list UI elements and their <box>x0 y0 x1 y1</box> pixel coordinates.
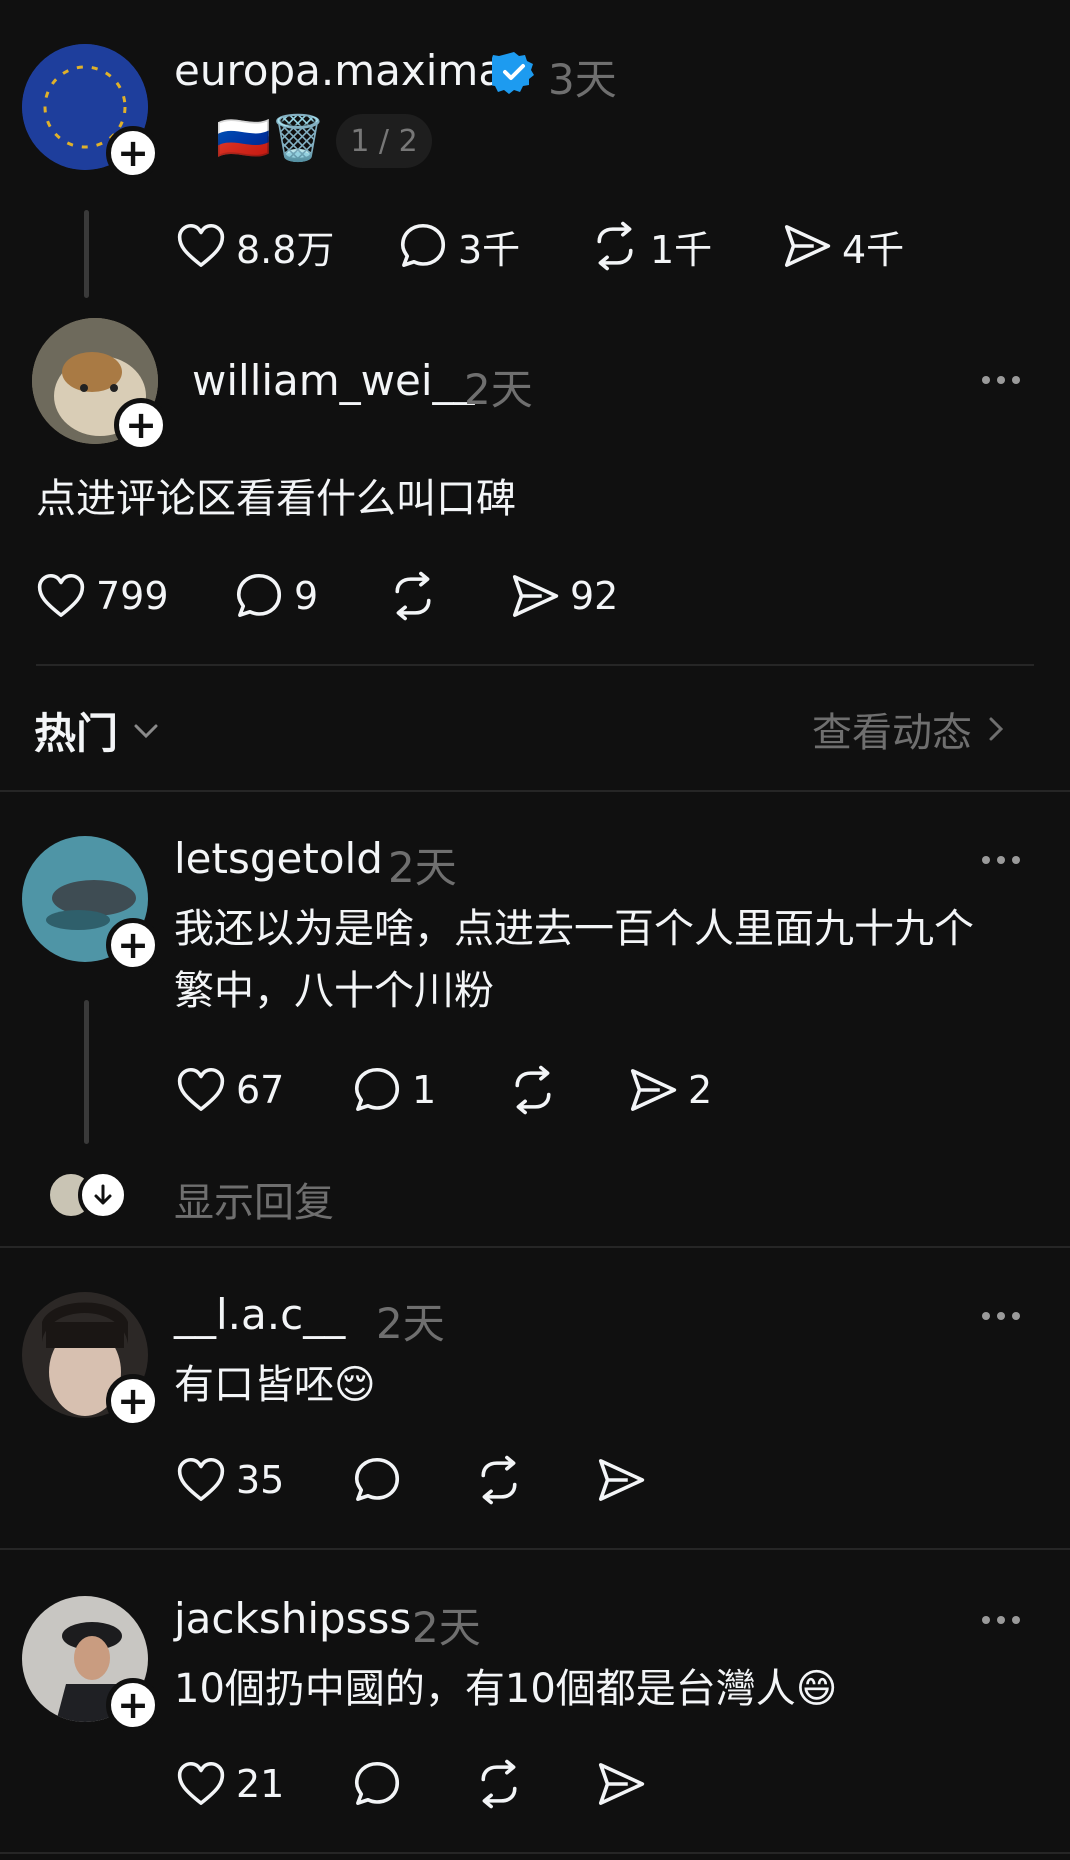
sort-label: 热门 <box>34 709 119 758</box>
reply-text: 10個扔中國的，有10個都是台灣人😄 <box>174 1666 838 1712</box>
more-options-button[interactable] <box>982 1312 1020 1320</box>
share-button[interactable] <box>594 1452 648 1508</box>
follow-plus-icon[interactable]: + <box>106 126 160 180</box>
like-count: 35 <box>236 1458 285 1502</box>
repost-button[interactable] <box>506 1062 560 1118</box>
like-button[interactable]: 21 <box>174 1756 284 1812</box>
reply-username[interactable]: __l.a.c__ <box>174 1290 345 1339</box>
quoted-username[interactable]: william_wei__ <box>192 356 475 405</box>
comment-icon <box>236 573 282 617</box>
reply-username[interactable]: letsgetold <box>174 834 383 883</box>
sort-dropdown[interactable]: 热门 <box>34 700 164 761</box>
reply-time: 2天 <box>412 1603 481 1652</box>
more-options-button[interactable] <box>982 1616 1020 1624</box>
repost-icon <box>481 1455 517 1505</box>
repost-icon <box>515 1065 551 1115</box>
send-icon <box>630 1069 677 1111</box>
comment-count: 9 <box>294 574 319 618</box>
follow-plus-icon[interactable]: + <box>106 918 160 972</box>
follow-plus-icon[interactable]: + <box>106 1374 160 1428</box>
like-button[interactable]: 799 <box>34 568 169 624</box>
post-username[interactable]: europa.maxima <box>174 46 504 95</box>
share-count: 4千 <box>842 227 905 272</box>
comment-button[interactable] <box>350 1452 404 1508</box>
repost-icon <box>597 221 633 271</box>
send-icon <box>598 1763 645 1805</box>
chevron-down-icon <box>134 724 158 738</box>
heart-icon <box>37 573 85 617</box>
divider <box>0 1548 1070 1550</box>
more-options-button[interactable] <box>982 856 1020 864</box>
send-icon <box>512 575 559 617</box>
reply-text: 我还以为是啥，点进去一百个人里面九十九个 繁中，八十个川粉 <box>174 898 1054 1022</box>
repost-count: 1千 <box>650 227 713 272</box>
divider <box>0 1246 1070 1248</box>
reply-text-line: 繁中，八十个川粉 <box>174 968 494 1014</box>
arrow-down-icon <box>78 1170 128 1220</box>
repost-icon <box>481 1759 517 1809</box>
reply-text-line: 我还以为是啥，点进去一百个人里面九十九个 <box>174 906 974 952</box>
comment-count: 1 <box>412 1068 437 1112</box>
comment-icon <box>354 1457 400 1501</box>
divider <box>0 790 1070 792</box>
comment-button[interactable] <box>350 1756 404 1812</box>
comment-count: 3千 <box>458 227 521 272</box>
verified-badge-icon <box>492 52 534 94</box>
heart-icon <box>177 1067 225 1111</box>
post-time: 3天 <box>548 55 617 104</box>
like-button[interactable]: 67 <box>174 1062 284 1118</box>
share-count: 92 <box>570 574 619 618</box>
page-indicator: 1 / 2 <box>336 114 432 168</box>
view-activity-label: 查看动态 <box>812 710 972 756</box>
comment-button[interactable]: 9 <box>232 568 318 624</box>
show-replies-label: 显示回复 <box>174 1180 334 1226</box>
like-count: 67 <box>236 1068 285 1112</box>
comment-button[interactable]: 3千 <box>396 218 520 274</box>
repost-button[interactable] <box>472 1756 526 1812</box>
quoted-time: 2天 <box>464 365 533 414</box>
share-button[interactable] <box>594 1756 648 1812</box>
heart-icon <box>177 1761 225 1805</box>
repost-button[interactable] <box>386 568 440 624</box>
more-options-button[interactable] <box>982 376 1020 384</box>
post-emoji: 🇷🇺🗑️ <box>216 113 326 164</box>
like-count: 21 <box>236 1762 285 1806</box>
repost-icon <box>395 571 431 621</box>
like-button[interactable]: 8.8万 <box>174 218 334 274</box>
repost-button[interactable] <box>472 1452 526 1508</box>
reply-time: 2天 <box>388 843 457 892</box>
thread-line <box>84 1000 89 1144</box>
follow-plus-icon[interactable]: + <box>106 1678 160 1732</box>
page-indicator-text: 1 / 2 <box>350 123 418 159</box>
follow-plus-icon[interactable]: + <box>114 398 168 452</box>
view-activity-link[interactable]: 查看动态 <box>812 700 1010 758</box>
heart-icon <box>177 223 225 267</box>
reply-time: 2天 <box>376 1299 445 1348</box>
comment-icon <box>354 1761 400 1805</box>
send-icon <box>784 225 831 267</box>
share-button[interactable]: 4千 <box>780 218 904 274</box>
share-count: 2 <box>688 1068 713 1112</box>
reply-text: 有口皆呸😌 <box>174 1362 376 1408</box>
chevron-right-icon <box>989 717 1004 741</box>
repost-button[interactable]: 1千 <box>588 218 712 274</box>
like-count: 8.8万 <box>236 227 335 272</box>
like-count: 799 <box>96 574 169 618</box>
thread-line <box>84 210 89 298</box>
comment-button[interactable]: 1 <box>350 1062 436 1118</box>
reply-username[interactable]: jackshipsss <box>174 1594 411 1643</box>
share-button[interactable]: 2 <box>626 1062 712 1118</box>
divider <box>36 664 1034 666</box>
comment-icon <box>400 223 446 267</box>
quoted-text: 点进评论区看看什么叫口碑 <box>36 476 516 522</box>
comment-icon <box>354 1067 400 1111</box>
heart-icon <box>177 1457 225 1501</box>
show-replies-button[interactable]: 显示回复 <box>48 1166 388 1226</box>
send-icon <box>598 1459 645 1501</box>
share-button[interactable]: 92 <box>508 568 618 624</box>
like-button[interactable]: 35 <box>174 1452 284 1508</box>
divider <box>0 1852 1070 1854</box>
